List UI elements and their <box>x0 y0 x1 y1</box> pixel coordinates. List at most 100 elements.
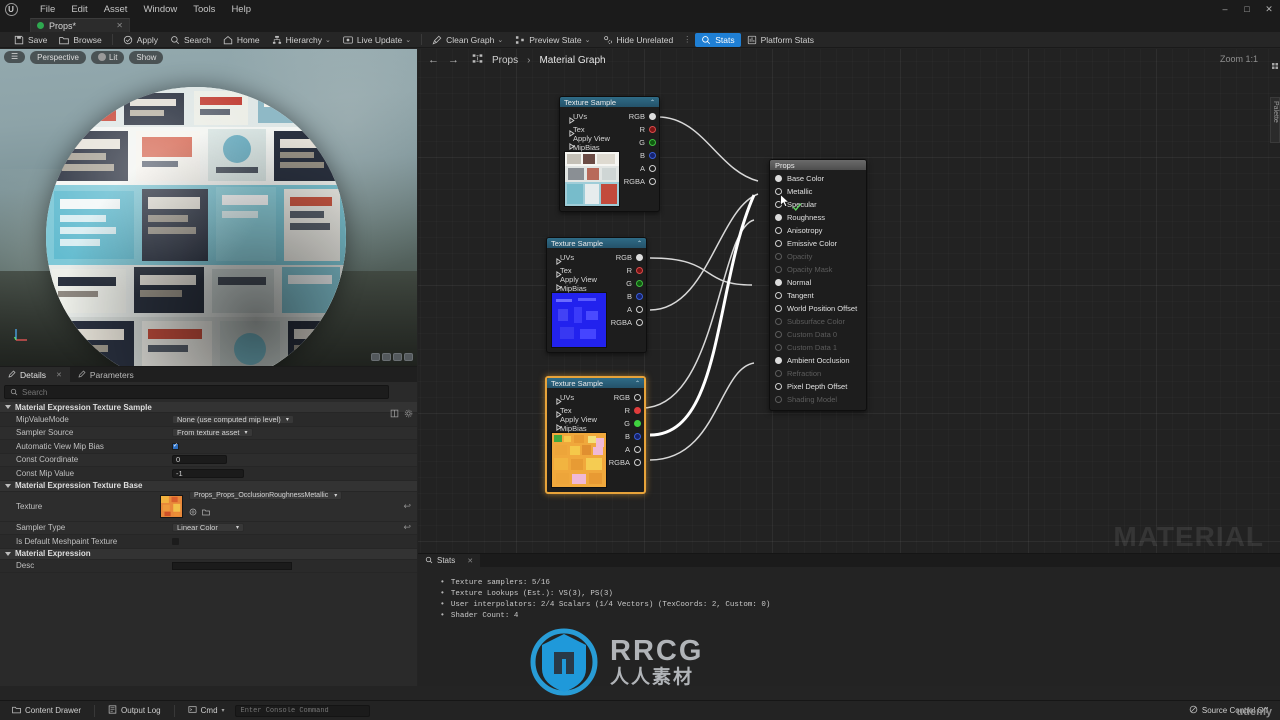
tab-parameters[interactable]: Parameters <box>70 367 142 382</box>
palette-side-tab[interactable]: Palette <box>1270 97 1280 143</box>
menu-item-asset[interactable]: Asset <box>96 2 136 17</box>
node-output-b[interactable]: B <box>611 290 646 303</box>
node-output-rgba[interactable]: RGBA <box>624 175 659 188</box>
node-output-g[interactable]: G <box>609 417 644 430</box>
result-pin-ambient-occlusion[interactable]: Ambient Occlusion <box>770 354 866 367</box>
palette-icon[interactable] <box>1271 57 1279 69</box>
gear-icon[interactable] <box>404 405 413 423</box>
node-texture-sample-1[interactable]: Texture Sample ⌃ UVs Tex Apply View MipB… <box>559 96 660 212</box>
pin-dot-r[interactable] <box>634 407 641 414</box>
pin-dot[interactable] <box>775 383 782 390</box>
section-material-expression-texture-base[interactable]: Material Expression Texture Base <box>0 480 417 492</box>
menu-item-edit[interactable]: Edit <box>63 2 95 17</box>
node-output-rgba[interactable]: RGBA <box>611 316 646 329</box>
pin-dot[interactable] <box>775 214 782 221</box>
console-command-input[interactable] <box>240 706 364 715</box>
node-output-g[interactable]: G <box>611 277 646 290</box>
sampler-type-dropdown[interactable]: Linear Color ▾ <box>172 523 244 533</box>
asset-tab-props[interactable]: Props* ✕ <box>30 18 130 32</box>
pin-arrow-icon[interactable] <box>550 281 562 291</box>
pin-dot-rgba[interactable] <box>649 178 656 185</box>
sampler-source-dropdown[interactable]: From texture asset ▾ <box>172 428 253 438</box>
chevron-down-icon[interactable]: ⌄ <box>405 36 411 44</box>
chevron-down-icon[interactable]: ⌄ <box>325 36 331 44</box>
pin-dot-g[interactable] <box>634 420 641 427</box>
pin-arrow-icon[interactable] <box>563 127 575 137</box>
node-output-rgb[interactable]: RGB <box>624 110 659 123</box>
viewport-icon-4[interactable] <box>404 353 413 361</box>
node-output-a[interactable]: A <box>624 162 659 175</box>
pin-dot[interactable] <box>775 279 782 286</box>
node-texture-sample-2[interactable]: Texture Sample ⌃ UVs Tex Apply View MipB… <box>546 237 647 353</box>
pin-dot[interactable] <box>775 292 782 299</box>
node-output-rgb[interactable]: RGB <box>611 251 646 264</box>
node-texture-sample-3[interactable]: Texture Sample ⌃ UVs Tex Apply View MipB… <box>545 376 646 494</box>
result-node-header[interactable]: Props <box>770 160 866 170</box>
output-log-button[interactable]: Output Log <box>102 704 167 718</box>
result-pin-subsurface-color[interactable]: Subsurface Color <box>770 315 866 328</box>
tab-details[interactable]: Details ✕ <box>0 367 70 382</box>
result-pin-shading-model[interactable]: Shading Model <box>770 393 866 406</box>
automatic-view-mip-bias-checkbox[interactable]: ✓ <box>172 442 179 450</box>
chevron-down-icon[interactable]: ⌄ <box>585 36 591 44</box>
toolbar-preview-state-button[interactable]: Preview State ⌄ <box>509 33 596 47</box>
menu-item-file[interactable]: File <box>32 2 63 17</box>
browse-to-asset-icon[interactable] <box>189 503 197 521</box>
viewport-menu-icon[interactable]: ☰ <box>4 51 26 63</box>
pin-dot-a[interactable] <box>649 165 656 172</box>
pin-dot-rgba[interactable] <box>636 319 643 326</box>
pin-arrow-icon[interactable] <box>550 255 562 265</box>
node-input-apply-view-mipbias[interactable]: Apply View MipBias <box>547 275 611 293</box>
tab-stats-close-icon[interactable]: ✕ <box>467 557 473 565</box>
material-preview-viewport[interactable]: ☰ Perspective Lit Show <box>0 49 417 366</box>
texture-revert-icon[interactable]: ↩ <box>403 501 411 512</box>
menu-item-window[interactable]: Window <box>135 2 185 17</box>
pin-dot[interactable] <box>775 357 782 364</box>
collapse-arrow-icon[interactable] <box>5 483 11 488</box>
chevron-down-icon[interactable]: ⌄ <box>497 36 503 44</box>
menu-item-tools[interactable]: Tools <box>185 2 223 17</box>
node-output-a[interactable]: A <box>609 443 644 456</box>
viewport-icon-2[interactable] <box>382 353 391 361</box>
node-output-r[interactable]: R <box>624 123 659 136</box>
details-search-input[interactable] <box>22 387 383 397</box>
desc-field[interactable] <box>172 561 292 570</box>
pin-dot-g[interactable] <box>649 139 656 146</box>
node-header[interactable]: Texture Sample ⌃ <box>547 238 646 248</box>
result-pin-refraction[interactable]: Refraction <box>770 367 866 380</box>
result-pin-roughness[interactable]: Roughness <box>770 211 866 224</box>
result-pin-normal[interactable]: Normal <box>770 276 866 289</box>
material-graph-canvas[interactable]: ← → Props › Material Graph Zoom 1:1 Pale… <box>418 49 1280 553</box>
result-pin-anisotropy[interactable]: Anisotropy <box>770 224 866 237</box>
viewport-lit-button[interactable]: Lit <box>90 50 125 64</box>
pin-dot[interactable] <box>775 266 782 273</box>
node-output-g[interactable]: G <box>624 136 659 149</box>
texture-thumbnail[interactable] <box>160 494 183 518</box>
pin-dot[interactable] <box>775 318 782 325</box>
console-command-field[interactable] <box>234 704 370 717</box>
node-output-rgba[interactable]: RGBA <box>609 456 644 469</box>
pin-arrow-icon[interactable] <box>563 140 575 150</box>
node-input-uvs[interactable]: UVs <box>547 391 609 405</box>
preview-sphere-mesh[interactable] <box>46 87 346 366</box>
pin-dot[interactable] <box>775 396 782 403</box>
pin-arrow-icon[interactable] <box>550 421 562 431</box>
result-pin-base-color[interactable]: Base Color <box>770 172 866 185</box>
tab-stats[interactable]: Stats ✕ <box>418 554 481 567</box>
collapse-arrow-icon[interactable] <box>5 405 11 409</box>
pin-dot[interactable] <box>775 227 782 234</box>
node-input-apply-view-mipbias[interactable]: Apply View MipBias <box>547 415 609 433</box>
tab-details-close-icon[interactable]: ✕ <box>56 371 62 379</box>
pin-dot-b[interactable] <box>649 152 656 159</box>
pin-dot-r[interactable] <box>636 267 643 274</box>
mipvaluemode-dropdown[interactable]: None (use computed mip level) ▾ <box>172 414 294 424</box>
viewport-corner-toolbar[interactable] <box>371 353 413 361</box>
node-header[interactable]: Texture Sample ⌃ <box>547 378 644 388</box>
toolbar-live-update-button[interactable]: Live Update ⌄ <box>337 33 417 47</box>
menu-item-help[interactable]: Help <box>223 2 259 17</box>
toolbar-hide-unrelated-button[interactable]: Hide Unrelated <box>597 33 680 47</box>
const-coordinate-field[interactable]: 0 <box>172 455 227 465</box>
const-mip-value-field[interactable]: -1 <box>172 468 244 478</box>
pin-dot[interactable] <box>775 253 782 260</box>
node-input-uvs[interactable]: UVs <box>547 251 611 265</box>
